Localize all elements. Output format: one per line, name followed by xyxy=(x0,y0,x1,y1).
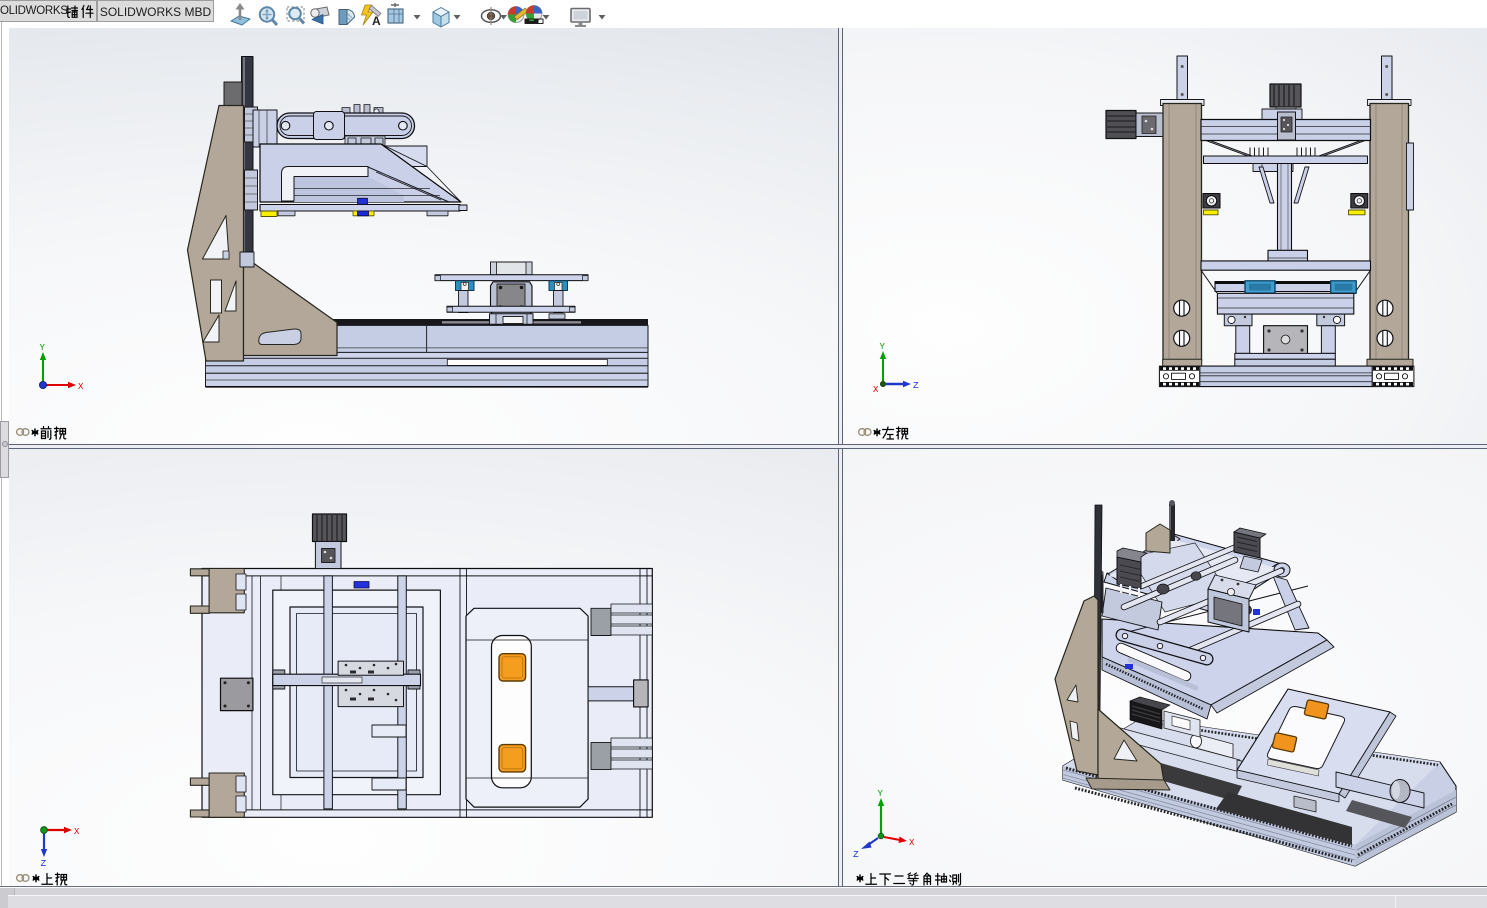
svg-text:X: X xyxy=(909,838,915,848)
svg-text:Y: Y xyxy=(40,343,46,353)
svg-text:X: X xyxy=(78,382,84,392)
svg-text:Z: Z xyxy=(913,380,919,391)
svg-text:Y: Y xyxy=(880,342,886,352)
svg-text:A: A xyxy=(372,14,381,28)
svg-text:X: X xyxy=(74,827,80,837)
svg-text:Y: Y xyxy=(878,789,884,799)
svg-text:Z: Z xyxy=(853,849,859,860)
svg-text:X: X xyxy=(873,385,879,395)
svg-text:Z: Z xyxy=(41,858,47,869)
